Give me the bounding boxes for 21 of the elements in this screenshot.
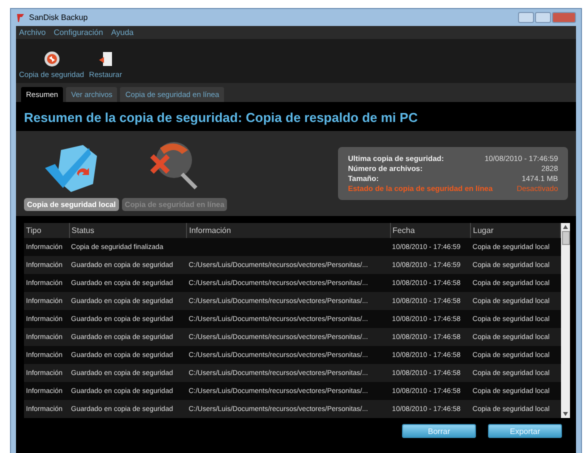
- app-logo-icon: [16, 13, 25, 22]
- column-header[interactable]: Tipo: [24, 223, 70, 238]
- scroll-thumb[interactable]: [562, 231, 570, 245]
- check-cube-icon: [43, 144, 100, 194]
- page-heading: Resumen de la copia de seguridad: Copia de respaldo de mi PC: [23, 109, 419, 127]
- close-button[interactable]: [552, 12, 576, 23]
- column-header[interactable]: Información: [186, 223, 390, 238]
- column-header[interactable]: Fecha: [390, 223, 471, 238]
- scroll-down-icon[interactable]: [563, 412, 568, 416]
- restore-icon[interactable]: [98, 51, 114, 67]
- column-header[interactable]: Status: [69, 223, 187, 238]
- maximize-button[interactable]: [535, 12, 551, 23]
- window-title: SanDisk Backup: [29, 13, 88, 22]
- column-header[interactable]: Lugar: [470, 223, 560, 238]
- minimize-button[interactable]: [518, 12, 534, 23]
- menu-item[interactable]: Configuración: [54, 28, 104, 37]
- scroll-up-icon[interactable]: [563, 225, 568, 229]
- backup-icon[interactable]: [44, 51, 60, 67]
- menu-item[interactable]: Archivo: [19, 28, 46, 37]
- scrollbar[interactable]: [561, 223, 570, 418]
- menu-item[interactable]: Ayuda: [111, 28, 134, 37]
